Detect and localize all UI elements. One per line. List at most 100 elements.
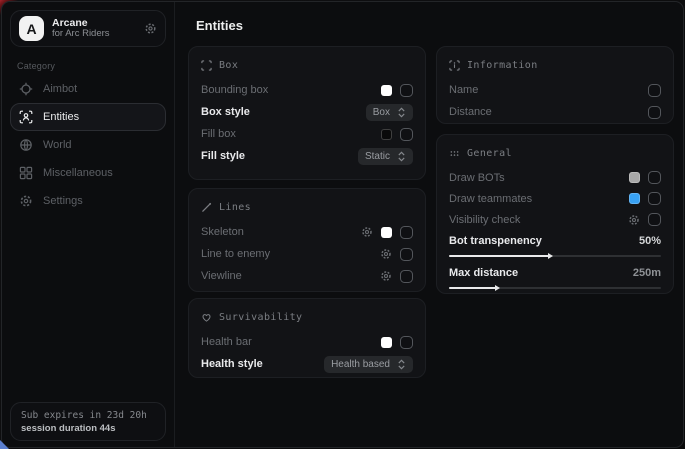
checkbox[interactable]	[400, 226, 413, 239]
panel-title: Information	[467, 60, 538, 71]
setting-row-line-to-enemy: Line to enemy	[201, 243, 413, 265]
checkbox[interactable]	[648, 192, 661, 205]
checkbox[interactable]	[400, 128, 413, 141]
slider-value: 50%	[639, 235, 661, 247]
slider-fill	[449, 255, 549, 257]
gear-icon	[19, 194, 33, 208]
setting-label: Viewline	[201, 270, 242, 282]
setting-label: Bounding box	[201, 84, 268, 96]
setting-row-distance: Distance	[449, 101, 661, 123]
app-window: A Arcane for Arc Riders Category Aimbot …	[1, 1, 684, 448]
checkbox[interactable]	[648, 171, 661, 184]
setting-row-health-style: Health style Health based	[201, 353, 413, 375]
config-gear-icon[interactable]	[380, 270, 392, 282]
info-icon	[449, 60, 460, 71]
checkbox[interactable]	[400, 248, 413, 261]
health-style-dropdown[interactable]: Health based	[324, 356, 413, 373]
sidebar: A Arcane for Arc Riders Category Aimbot …	[2, 2, 175, 447]
checkbox[interactable]	[400, 336, 413, 349]
panel-title: Box	[219, 60, 238, 71]
max-distance-slider[interactable]	[449, 287, 661, 289]
line-icon	[201, 202, 212, 213]
session-duration-text: session duration 44s	[21, 423, 155, 434]
general-panel: General Draw BOTs Draw teammates Visibil…	[436, 134, 674, 294]
brand-text: Arcane for Arc Riders	[52, 17, 136, 40]
config-gear-icon[interactable]	[380, 248, 392, 260]
setting-row-viewline: Viewline	[201, 265, 413, 287]
setting-label: Health style	[201, 358, 263, 370]
checkbox[interactable]	[648, 213, 661, 226]
box-style-dropdown[interactable]: Box	[366, 104, 413, 121]
checkbox[interactable]	[400, 270, 413, 283]
panel-title: Lines	[219, 202, 251, 213]
information-panel-header: Information	[449, 57, 661, 73]
config-gear-icon[interactable]	[628, 214, 640, 226]
page-title: Entities	[196, 18, 243, 33]
setting-label: Draw BOTs	[449, 172, 505, 184]
color-swatch[interactable]	[381, 129, 392, 140]
setting-label: Distance	[449, 106, 492, 118]
category-label: Category	[17, 61, 166, 71]
sidebar-item-miscellaneous[interactable]: Miscellaneous	[10, 159, 166, 187]
box-panel-header: Box	[201, 57, 413, 73]
sidebar-item-label: Miscellaneous	[43, 167, 113, 179]
settings-gear-icon[interactable]	[144, 22, 157, 35]
setting-row-fill-box: Fill box	[201, 123, 413, 145]
scan-corners-icon	[201, 60, 212, 71]
panel-title: Survivability	[219, 312, 302, 323]
setting-label: Box style	[201, 106, 250, 118]
sidebar-item-entities[interactable]: Entities	[10, 103, 166, 131]
checkbox[interactable]	[648, 106, 661, 119]
crosshair-icon	[19, 82, 33, 96]
setting-label: Line to enemy	[201, 248, 270, 260]
setting-label: Draw teammates	[449, 193, 532, 205]
subscription-info: Sub expires in 23d 20h session duration …	[10, 402, 166, 441]
panel-title: General	[467, 148, 512, 159]
color-swatch[interactable]	[629, 193, 640, 204]
setting-row-health-bar: Health bar	[201, 331, 413, 353]
sidebar-item-aimbot[interactable]: Aimbot	[10, 75, 166, 103]
dropdown-value: Static	[365, 151, 390, 162]
unfold-icon	[397, 151, 406, 162]
grid-icon	[19, 166, 33, 180]
bot-transparency-slider[interactable]	[449, 255, 661, 257]
config-gear-icon[interactable]	[361, 226, 373, 238]
sidebar-item-world[interactable]: World	[10, 131, 166, 159]
sidebar-item-settings[interactable]: Settings	[10, 187, 166, 215]
color-swatch[interactable]	[629, 172, 640, 183]
heart-icon	[201, 312, 212, 323]
color-swatch[interactable]	[381, 337, 392, 348]
setting-label: Bot transpenency	[449, 235, 542, 247]
dropdown-value: Box	[373, 107, 390, 118]
setting-label: Name	[449, 84, 478, 96]
bot-transparency-setting: Bot transpenency 50%	[449, 232, 661, 257]
lines-panel-header: Lines	[201, 199, 413, 215]
setting-label: Skeleton	[201, 226, 244, 238]
color-swatch[interactable]	[381, 227, 392, 238]
color-swatch[interactable]	[381, 85, 392, 96]
brand-subtitle: for Arc Riders	[52, 29, 136, 40]
sub-expiry-text: Sub expires in 23d 20h	[21, 410, 155, 421]
setting-label: Fill box	[201, 128, 236, 140]
unfold-icon	[397, 359, 406, 370]
setting-label: Max distance	[449, 267, 518, 279]
sidebar-item-label: World	[43, 139, 72, 151]
main-content: Entities Box Bounding box Box style Box	[175, 2, 683, 447]
setting-label: Health bar	[201, 336, 252, 348]
information-panel: Information Name Distance	[436, 46, 674, 124]
sidebar-item-label: Aimbot	[43, 83, 77, 95]
checkbox[interactable]	[648, 84, 661, 97]
survivability-panel: Survivability Health bar Health style He…	[188, 298, 426, 378]
dots-grid-icon	[449, 148, 460, 159]
globe-icon	[19, 138, 33, 152]
brand-logo: A	[19, 16, 44, 41]
setting-row-bounding-box: Bounding box	[201, 79, 413, 101]
fill-style-dropdown[interactable]: Static	[358, 148, 413, 165]
sidebar-item-label: Entities	[43, 111, 79, 123]
sidebar-item-label: Settings	[43, 195, 83, 207]
setting-row-skeleton: Skeleton	[201, 221, 413, 243]
setting-row-draw-teammates: Draw teammates	[449, 188, 661, 209]
setting-row-draw-bots: Draw BOTs	[449, 167, 661, 188]
entities-icon	[19, 110, 33, 124]
checkbox[interactable]	[400, 84, 413, 97]
